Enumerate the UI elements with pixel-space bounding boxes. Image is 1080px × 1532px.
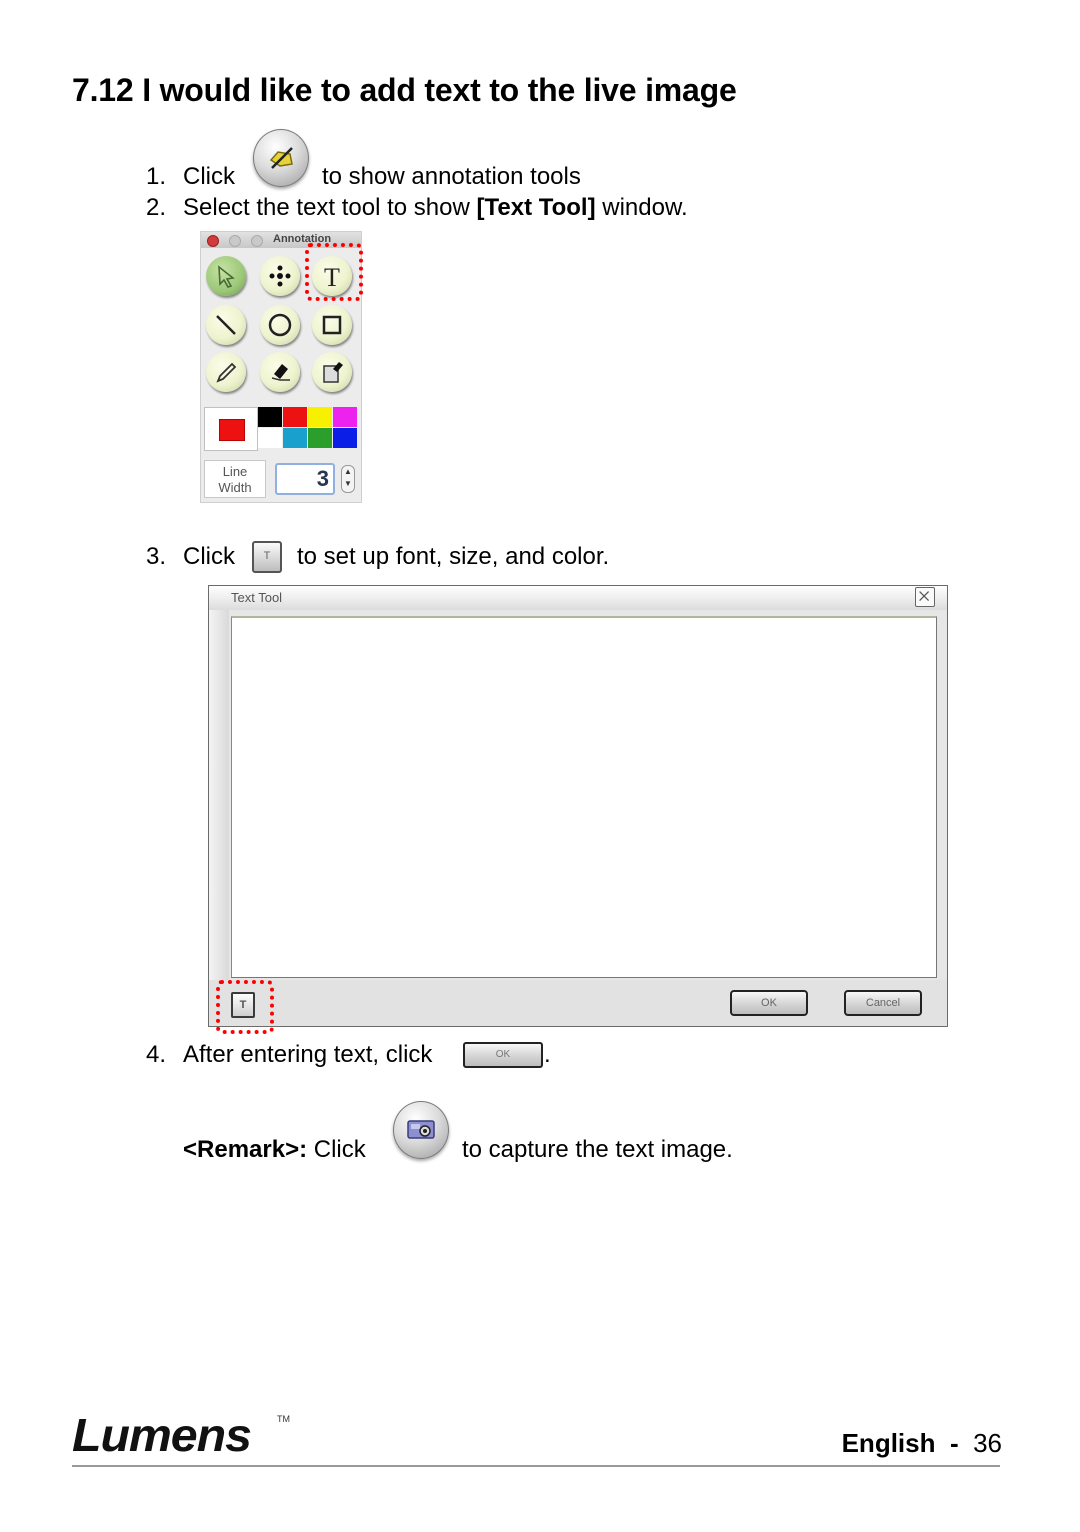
lumens-logo: Lumens	[72, 1409, 252, 1461]
step-number: 4.	[146, 1041, 167, 1068]
color-swatch[interactable]	[258, 407, 282, 427]
step-1-tail: to show annotation tools	[322, 162, 581, 192]
eraser-icon	[271, 364, 290, 381]
tool-move[interactable]	[260, 256, 300, 296]
color-swatch[interactable]	[283, 428, 307, 448]
annotation-pen-icon	[269, 147, 293, 169]
step-text: After entering text, click	[183, 1041, 433, 1068]
page-number: 36	[973, 1428, 1002, 1458]
tool-eraser[interactable]	[260, 352, 300, 392]
step-2: 2. Select the text tool to show [Text Too…	[146, 193, 688, 223]
page-footer: English - 36	[842, 1428, 1002, 1459]
window-side-bar	[209, 610, 229, 980]
footer-separator: -	[949, 1428, 959, 1458]
color-swatch[interactable]	[258, 428, 282, 448]
font-button-highlight	[216, 980, 274, 1034]
cancel-button[interactable]: Cancel	[844, 990, 922, 1016]
step-number: 3.	[146, 543, 167, 570]
line-icon	[216, 315, 236, 335]
step-1: 1. Click	[146, 162, 235, 192]
line-width-stepper[interactable]: ▲ ▼	[341, 465, 355, 493]
text-tool-window: Text Tool T OK Cancel	[208, 585, 948, 1034]
window-button-bar	[209, 980, 947, 1026]
clear-page-icon	[323, 362, 343, 383]
font-settings-button[interactable]: T	[252, 541, 282, 573]
capture-button[interactable]	[393, 1101, 449, 1159]
window-titlebar: Text Tool	[209, 586, 947, 610]
current-color-swatch	[219, 419, 245, 441]
remark-text: to capture the text image.	[462, 1136, 733, 1163]
section-title: I would like to add text to the live ima…	[142, 72, 737, 108]
window-title: Text Tool	[231, 590, 283, 605]
minimize-window-button[interactable]	[229, 235, 241, 247]
tool-clear[interactable]	[312, 352, 352, 392]
annotation-palette: Annotation T Line Width 3 ▲ ▼	[200, 231, 363, 503]
step-3-tail: to set up font, size, and color.	[297, 542, 609, 572]
color-swatch[interactable]	[308, 428, 332, 448]
step-4: 4. After entering text, click	[146, 1040, 432, 1070]
step-text: to show annotation tools	[322, 163, 581, 190]
step-text: Click	[183, 543, 235, 570]
circle-icon	[268, 313, 292, 337]
text-tool-highlight	[305, 243, 363, 301]
camera-capture-icon	[407, 1120, 435, 1139]
step-text: window.	[595, 194, 688, 221]
tool-line[interactable]	[206, 305, 246, 345]
remark-label: <Remark>:	[183, 1136, 308, 1163]
color-swatch[interactable]	[333, 407, 357, 427]
section-number: 7.12	[72, 72, 134, 108]
section-heading: 7.12 I would like to add text to the liv…	[72, 72, 737, 109]
tool-circle[interactable]	[260, 305, 300, 345]
font-settings-icon: T	[263, 550, 271, 562]
trademark: TM	[277, 1414, 290, 1424]
arrow-cursor-icon	[218, 265, 235, 288]
step-3: 3. Click	[146, 542, 235, 572]
color-swatch[interactable]	[308, 407, 332, 427]
line-width-label: Line Width	[204, 460, 266, 498]
step-4-tail: .	[544, 1040, 551, 1070]
tool-pencil[interactable]	[206, 352, 246, 392]
remark-text: Click	[313, 1136, 366, 1163]
step-text: Click	[183, 163, 235, 190]
step-number: 1.	[146, 163, 167, 190]
pencil-icon	[216, 362, 237, 383]
footer-language: English	[841, 1428, 936, 1458]
step-text: to set up font, size, and color.	[297, 543, 610, 570]
remark: <Remark>: Click	[183, 1135, 366, 1165]
footer-rule	[72, 1465, 1000, 1467]
rectangle-icon	[322, 315, 342, 335]
line-width-input[interactable]: 3	[275, 463, 335, 495]
annotation-button[interactable]	[253, 129, 309, 187]
step-text: .	[544, 1041, 551, 1068]
close-button[interactable]	[915, 587, 935, 607]
color-swatch[interactable]	[283, 407, 307, 427]
remark-tail: to capture the text image.	[462, 1135, 733, 1165]
step-bold-text: [Text Tool]	[476, 194, 596, 221]
ok-button[interactable]: OK	[730, 990, 808, 1016]
text-input-area[interactable]	[231, 616, 937, 978]
ok-button-inline[interactable]: OK	[463, 1042, 543, 1068]
close-x-icon	[919, 591, 930, 602]
step-number: 2.	[146, 194, 167, 221]
close-window-button[interactable]	[207, 235, 219, 247]
zoom-window-button[interactable]	[251, 235, 263, 247]
tool-rectangle[interactable]	[312, 305, 352, 345]
move-cross-icon	[269, 265, 291, 287]
tool-select[interactable]	[206, 256, 246, 296]
step-text: Select the text tool to show	[183, 194, 477, 221]
color-swatch[interactable]	[333, 428, 357, 448]
current-color[interactable]	[204, 407, 258, 451]
